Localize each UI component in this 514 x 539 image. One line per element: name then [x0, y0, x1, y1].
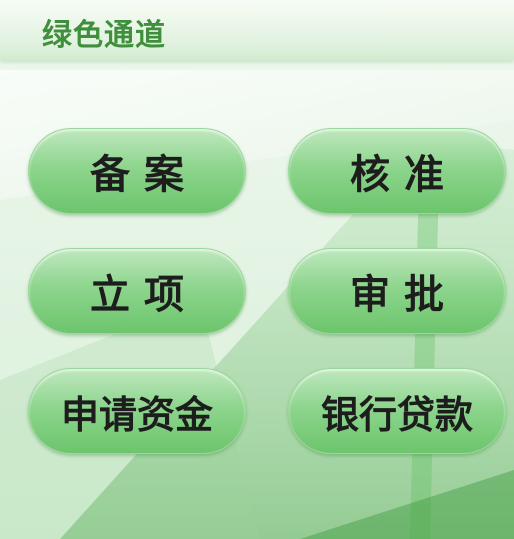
header-bar: 绿色通道 [0, 0, 514, 60]
filing-button[interactable]: 备案 [28, 128, 246, 214]
page-title: 绿色通道 [42, 18, 166, 53]
project-setup-button[interactable]: 立项 [28, 248, 246, 334]
approval-check-button[interactable]: 核准 [288, 128, 506, 214]
bank-loan-button[interactable]: 银行贷款 [288, 368, 506, 454]
green-channel-screen: 绿色通道 备案 核准 立项 审批 申请资金 银行贷款 [0, 0, 514, 539]
review-button[interactable]: 审批 [288, 248, 506, 334]
fund-application-button[interactable]: 申请资金 [28, 368, 246, 454]
